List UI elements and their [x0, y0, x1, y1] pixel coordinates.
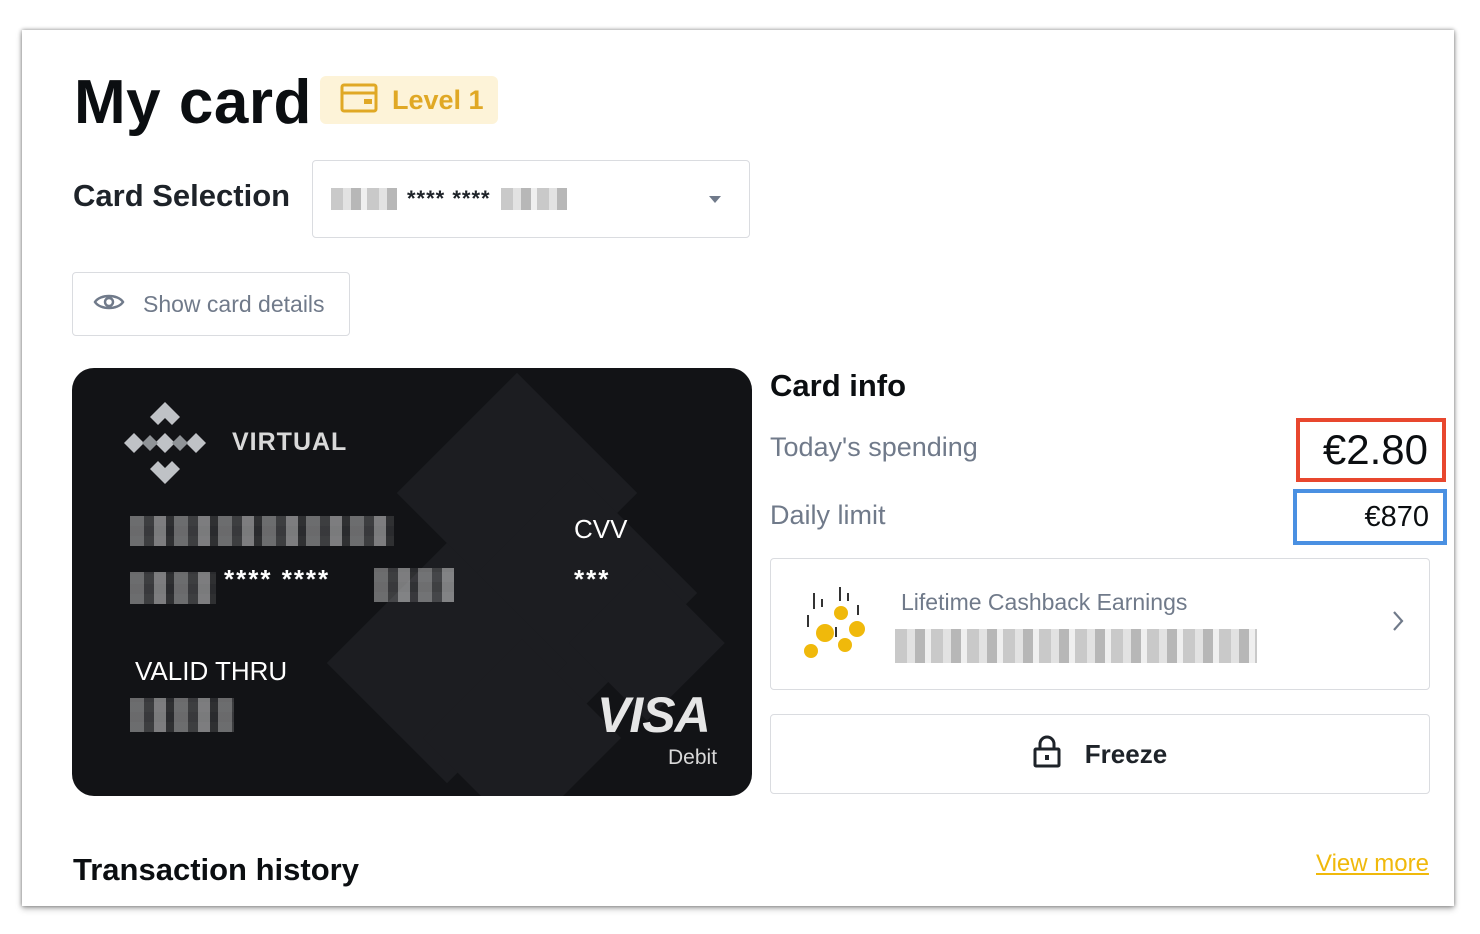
- transaction-history-title: Transaction history: [73, 852, 359, 887]
- todays-spending-label: Today's spending: [770, 432, 978, 462]
- card-selection-label: Card Selection: [73, 178, 291, 213]
- level-badge: Level 1: [320, 76, 498, 124]
- cashback-card[interactable]: Lifetime Cashback Earnings: [770, 558, 1430, 690]
- show-card-details-label: Show card details: [143, 290, 325, 317]
- card-info-title: Card info: [770, 368, 907, 403]
- daily-limit-label: Daily limit: [770, 500, 886, 530]
- valid-thru-label: VALID THRU: [135, 656, 288, 686]
- show-card-details-button[interactable]: Show card details: [72, 272, 350, 336]
- chevron-right-icon: [1391, 609, 1405, 638]
- card-type-label: VIRTUAL: [232, 428, 348, 456]
- daily-limit-value: €870: [1364, 500, 1429, 533]
- visa-logo: VISA: [597, 687, 711, 743]
- level-label: Level 1: [392, 84, 484, 115]
- redacted-block: [500, 188, 567, 210]
- card-number-masked: **** ****: [224, 564, 331, 594]
- redacted-cardholder: [130, 516, 394, 546]
- cvv-label: CVV: [574, 514, 628, 544]
- cvv-value: ***: [574, 564, 611, 594]
- debit-label: Debit: [668, 746, 718, 769]
- card-icon: [340, 83, 378, 118]
- todays-spending-value: €2.80: [1322, 426, 1428, 473]
- selected-card-masked: **** ****: [407, 186, 491, 211]
- card-panel: My card Level 1 Card Selection **** ****…: [22, 30, 1454, 906]
- redacted-cashback-amount: [895, 629, 1257, 663]
- coins-icon: [799, 585, 873, 666]
- freeze-button[interactable]: Freeze: [770, 714, 1430, 794]
- redacted-expiry: [130, 698, 234, 732]
- chevron-down-icon: [709, 196, 721, 203]
- daily-limit-highlight: €870: [1293, 489, 1447, 545]
- page-title: My card: [74, 68, 312, 137]
- binance-logo-icon: [120, 398, 210, 493]
- freeze-label: Freeze: [1084, 738, 1168, 769]
- redacted-card-suffix: [374, 568, 454, 602]
- lock-icon: [1033, 734, 1061, 775]
- view-more-link[interactable]: View more: [1316, 850, 1429, 878]
- eye-icon: [93, 291, 125, 318]
- redacted-card-prefix: [130, 572, 216, 604]
- todays-spending-highlight: €2.80: [1296, 418, 1446, 482]
- card-select[interactable]: **** ****: [312, 160, 750, 238]
- redacted-block: [331, 188, 397, 210]
- virtual-card: VIRTUAL CVV **** **** *** VALID THRU VIS…: [72, 368, 752, 796]
- cashback-label: Lifetime Cashback Earnings: [901, 589, 1188, 615]
